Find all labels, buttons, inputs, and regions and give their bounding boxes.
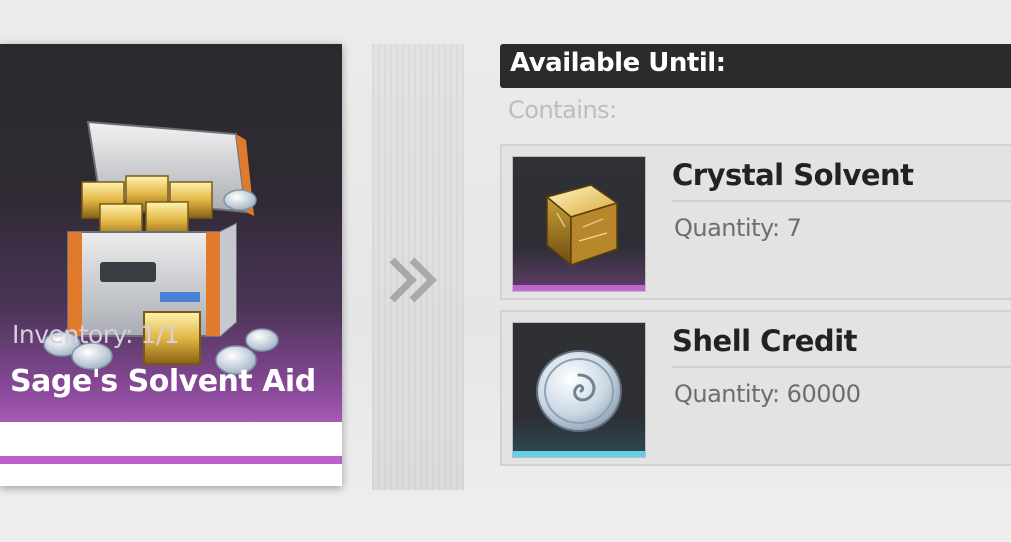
reward-quantity: Quantity: 7 (674, 214, 802, 242)
reward-icon-frame (512, 156, 646, 292)
contains-label: Contains: (508, 96, 617, 124)
item-name: Sage's Solvent Aid (10, 364, 316, 399)
rarity-strip (513, 451, 645, 457)
item-card: Inventory: 1/1 Sage's Solvent Aid (0, 44, 342, 486)
reward-name: Crystal Solvent (672, 158, 914, 192)
divider (672, 366, 1011, 368)
shell-credit-icon (536, 350, 622, 432)
rarity-accent-bar (0, 456, 342, 464)
divider (672, 200, 1011, 202)
available-until-label: Available Until: (510, 48, 726, 78)
reward-icon-frame (512, 322, 646, 458)
reward-name: Shell Credit (672, 324, 858, 358)
inventory-count: Inventory: 1/1 (12, 320, 180, 349)
crystal-solvent-icon (545, 184, 619, 267)
reward-row[interactable]: Shell Credit Quantity: 60000 (500, 310, 1011, 466)
item-card-art: Inventory: 1/1 Sage's Solvent Aid (0, 44, 342, 422)
double-chevron-right-icon (389, 257, 437, 303)
rarity-strip (513, 285, 645, 291)
reward-row[interactable]: Crystal Solvent Quantity: 7 (500, 144, 1011, 300)
reward-quantity: Quantity: 60000 (674, 380, 861, 408)
